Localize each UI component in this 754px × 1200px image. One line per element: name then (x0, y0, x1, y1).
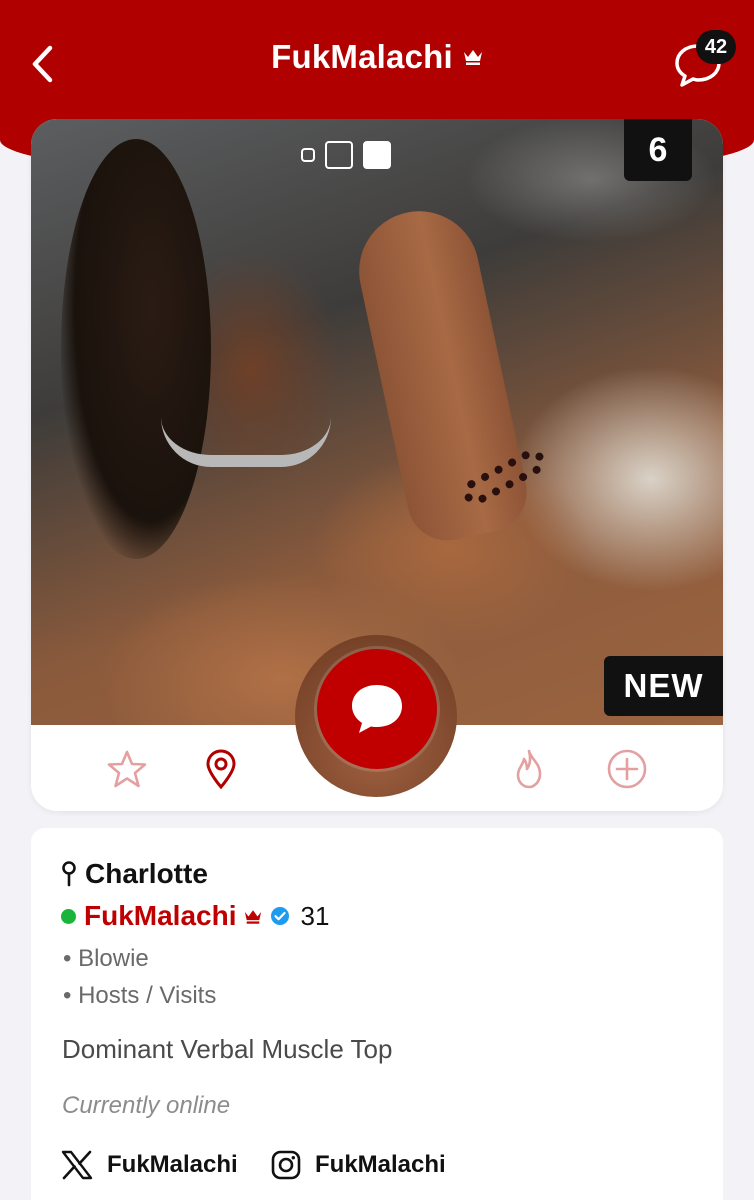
tag-item: • Blowie (63, 945, 149, 972)
favorite-button[interactable] (105, 747, 149, 791)
instagram-handle: FukMalachi (315, 1151, 446, 1178)
bio-text: Dominant Verbal Muscle Top (62, 1034, 393, 1064)
profile-card: 6 NEW (31, 119, 723, 811)
photo-count-badge: 6 (624, 119, 692, 181)
add-button[interactable] (605, 747, 649, 791)
page-dot[interactable] (325, 141, 353, 169)
instagram-link[interactable]: FukMalachi (271, 1150, 446, 1180)
chats-button[interactable]: 42 (672, 30, 736, 88)
map-pin-icon (62, 861, 76, 887)
message-button[interactable] (317, 649, 437, 769)
x-logo-icon (61, 1150, 93, 1180)
page-title-text: FukMalachi (271, 38, 453, 75)
new-badge: NEW (604, 656, 723, 716)
location-row: Charlotte (61, 858, 208, 890)
plus-circle-icon (607, 749, 647, 789)
crown-icon (463, 48, 483, 66)
profile-info: Charlotte FukMalachi 31 • Blowie • Hosts… (31, 828, 723, 1200)
star-icon (107, 750, 147, 788)
crown-icon (245, 909, 262, 924)
name-row: FukMalachi 31 (61, 900, 329, 932)
flame-button[interactable] (507, 747, 551, 791)
online-status-text: Currently online (62, 1092, 231, 1119)
verified-badge-icon (271, 907, 290, 925)
page-dot-active[interactable] (363, 141, 391, 169)
tag-item: • Hosts / Visits (63, 982, 217, 1009)
location-pin-icon (206, 749, 236, 789)
location-button[interactable] (199, 747, 243, 791)
page-title: FukMalachi (0, 38, 754, 76)
username: FukMalachi (84, 900, 237, 931)
tag-list: • Blowie • Hosts / Visits (63, 940, 216, 1014)
message-icon (352, 685, 402, 733)
twitter-link[interactable]: FukMalachi (61, 1150, 238, 1180)
flame-icon (516, 749, 542, 789)
age: 31 (300, 900, 330, 931)
photo-page-indicator (301, 141, 391, 169)
unread-count-badge: 42 (696, 30, 736, 64)
location-text: Charlotte (85, 858, 208, 889)
online-status-dot (61, 908, 76, 924)
twitter-handle: FukMalachi (107, 1151, 238, 1178)
instagram-logo-icon (271, 1150, 301, 1180)
page-dot[interactable] (301, 148, 315, 162)
